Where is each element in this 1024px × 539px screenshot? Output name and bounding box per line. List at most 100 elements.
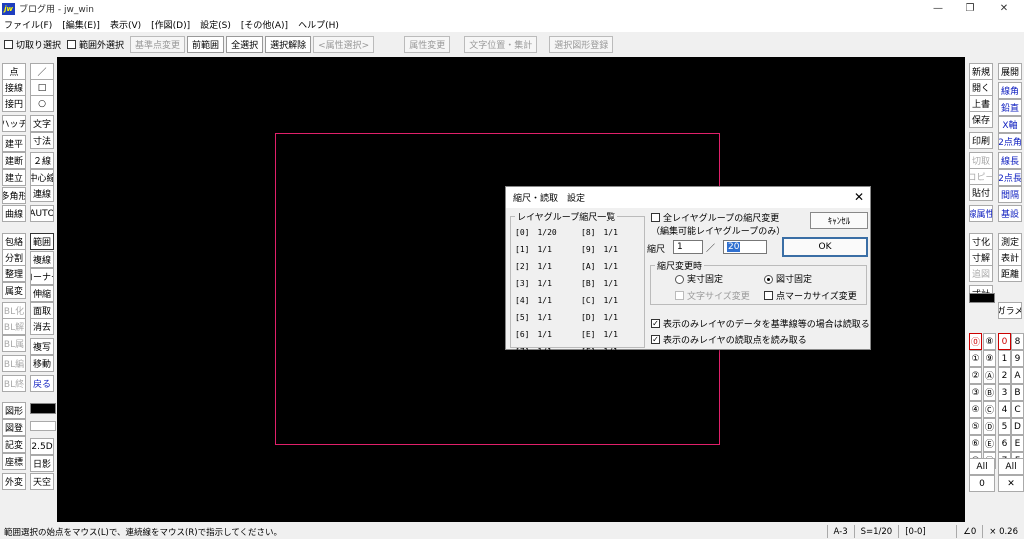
all-groups-checkbox[interactable]: 全レイヤグループの縮尺変更 bbox=[651, 211, 779, 224]
line-type-swatch[interactable] bbox=[30, 421, 56, 431]
tool-dim-make[interactable]: 寸化 bbox=[969, 233, 993, 250]
tool-copy[interactable]: 複写 bbox=[30, 338, 54, 355]
angle-indicator[interactable]: ∠0 bbox=[956, 525, 982, 538]
change-base-point-button[interactable]: 基準点変更 bbox=[130, 35, 186, 53]
tool-plan[interactable]: 建平 bbox=[2, 135, 26, 152]
tool-circle[interactable]: ○ bbox=[30, 95, 54, 112]
layer-group-5[interactable]: ⑤ bbox=[969, 418, 982, 435]
tool-bl-edit[interactable]: BL編 bbox=[2, 355, 26, 372]
right-line-swatch[interactable] bbox=[969, 293, 995, 303]
tool-bl-make[interactable]: BL化 bbox=[2, 302, 26, 319]
tool-coordinate[interactable]: 座標 bbox=[2, 453, 26, 470]
tool-measure[interactable]: 測定 bbox=[998, 233, 1022, 250]
tool-line[interactable]: ／ bbox=[30, 63, 54, 80]
menu-help[interactable]: ヘルプ(H) bbox=[298, 18, 339, 31]
scale-numerator-input[interactable]: 1 bbox=[673, 240, 703, 254]
scale-denominator-input[interactable]: 20 bbox=[723, 240, 767, 254]
layer-3[interactable]: 3 bbox=[998, 384, 1011, 401]
tool-tangent-circle[interactable]: 接円 bbox=[2, 95, 26, 112]
tool-interval[interactable]: 間隔 bbox=[998, 186, 1022, 203]
text-size-change-checkbox[interactable]: 文字サイズ変更 bbox=[675, 289, 750, 302]
tool-dimension[interactable]: 寸法 bbox=[30, 132, 54, 149]
tool-move[interactable]: 移動 bbox=[30, 355, 54, 372]
tool-overwrite[interactable]: 上書 bbox=[969, 95, 993, 112]
read-hidden-data-checkbox[interactable]: ✓ 表示のみレイヤのデータを基準線等の場合は読取る bbox=[651, 317, 870, 330]
tool-figure[interactable]: 図形 bbox=[2, 402, 26, 419]
tool-parallel-line[interactable]: 複線 bbox=[30, 251, 54, 268]
tool-text-change[interactable]: 記変 bbox=[2, 436, 26, 453]
layer-group-c[interactable]: Ⓒ bbox=[983, 401, 996, 418]
zoom-indicator[interactable]: × 0.26 bbox=[982, 525, 1024, 538]
tool-open[interactable]: 開く bbox=[969, 79, 993, 96]
point-marker-change-checkbox[interactable]: 点マーカサイズ変更 bbox=[764, 289, 857, 302]
tool-expand[interactable]: 展開 bbox=[998, 63, 1022, 80]
tool-tangent[interactable]: 接線 bbox=[2, 79, 26, 96]
layer-x-button[interactable]: ✕ bbox=[998, 475, 1024, 492]
tool-vertical[interactable]: 鉛直 bbox=[998, 99, 1022, 116]
tool-elevation[interactable]: 建立 bbox=[2, 169, 26, 186]
tool-text[interactable]: 文字 bbox=[30, 115, 54, 132]
outside-select-checkbox[interactable]: 範囲外選択 bbox=[67, 38, 124, 51]
tool-2pt-length[interactable]: 2点長 bbox=[998, 169, 1022, 186]
layer-group-1[interactable]: ① bbox=[969, 350, 982, 367]
line-color-swatch[interactable] bbox=[30, 403, 56, 414]
paper-size[interactable]: A-3 bbox=[826, 525, 854, 538]
layer-group-9[interactable]: ⑨ bbox=[983, 350, 996, 367]
scale-indicator[interactable]: S=1/20 bbox=[853, 525, 899, 538]
ok-button[interactable]: OK bbox=[782, 237, 868, 257]
tool-erase[interactable]: 消去 bbox=[30, 318, 54, 335]
layer-1[interactable]: 1 bbox=[998, 350, 1011, 367]
layer-9[interactable]: 9 bbox=[1011, 350, 1024, 367]
tool-external-change[interactable]: 外変 bbox=[2, 473, 26, 490]
tool-x-axis[interactable]: X軸 bbox=[998, 116, 1022, 133]
layer-all-button[interactable]: All bbox=[998, 458, 1024, 475]
tool-line-angle[interactable]: 線角 bbox=[998, 82, 1022, 99]
register-shape-button[interactable]: 選択図形登録 bbox=[549, 35, 614, 53]
layer-group-a[interactable]: Ⓐ bbox=[983, 367, 996, 384]
layer-4[interactable]: 4 bbox=[998, 401, 1011, 418]
read-hidden-points-checkbox[interactable]: ✓ 表示のみレイヤの読取点を読み取る bbox=[651, 333, 807, 346]
deselect-button[interactable]: 選択解除 bbox=[265, 35, 312, 53]
tool-undo[interactable]: 戻る bbox=[30, 375, 54, 392]
select-all-button[interactable]: 全選択 bbox=[226, 35, 264, 53]
layer-group-3[interactable]: ③ bbox=[969, 384, 982, 401]
layer-d[interactable]: D bbox=[1011, 418, 1024, 435]
cancel-button[interactable]: ｷｬﾝｾﾙ bbox=[810, 212, 868, 229]
layer-b[interactable]: B bbox=[1011, 384, 1024, 401]
attribute-change-button[interactable]: 属性変更 bbox=[404, 35, 451, 53]
layer-0[interactable]: 0 bbox=[998, 333, 1011, 350]
tool-envelope[interactable]: 包絡 bbox=[2, 233, 26, 250]
tool-center-line[interactable]: 中心線 bbox=[30, 169, 54, 186]
layer-zero-button[interactable]: 0 bbox=[969, 475, 995, 492]
tool-bl-attr[interactable]: BL属 bbox=[2, 335, 26, 352]
tool-distance[interactable]: 距離 bbox=[998, 265, 1022, 282]
tool-double-line[interactable]: ２線 bbox=[30, 152, 54, 169]
tool-line-length[interactable]: 線長 bbox=[998, 152, 1022, 169]
tool-2-5d[interactable]: 2.5D bbox=[30, 438, 54, 455]
tool-divide[interactable]: 分割 bbox=[2, 249, 26, 266]
layer-group-2[interactable]: ② bbox=[969, 367, 982, 384]
cut-select-checkbox[interactable]: 切取り選択 bbox=[4, 38, 61, 51]
menu-settings[interactable]: 設定(S) bbox=[200, 18, 231, 31]
layer-8[interactable]: 8 bbox=[1011, 333, 1024, 350]
tool-2pt-angle[interactable]: 2点角 bbox=[998, 133, 1022, 150]
tool-range[interactable]: 範囲 bbox=[30, 233, 54, 250]
layer-2[interactable]: 2 bbox=[998, 367, 1011, 384]
tool-add-drawing[interactable]: 追図 bbox=[969, 265, 993, 282]
menu-other[interactable]: [その他(A)] bbox=[241, 18, 288, 31]
layer-group-e[interactable]: Ⓔ bbox=[983, 435, 996, 452]
minimize-button[interactable]: — bbox=[924, 0, 952, 17]
layer-a[interactable]: A bbox=[1011, 367, 1024, 384]
dialog-close-icon[interactable]: ✕ bbox=[854, 190, 864, 204]
tool-print[interactable]: 印刷 bbox=[969, 132, 993, 149]
tool-shadow[interactable]: 日影 bbox=[30, 455, 54, 472]
tool-attr-change[interactable]: 属変 bbox=[2, 282, 26, 299]
text-position-button[interactable]: 文字位置・集計 bbox=[464, 35, 538, 53]
tool-point[interactable]: 点 bbox=[2, 63, 26, 80]
tool-line-attr[interactable]: 線属性 bbox=[969, 205, 993, 222]
tool-paste[interactable]: 貼付 bbox=[969, 184, 993, 201]
layer-6[interactable]: 6 bbox=[998, 435, 1011, 452]
layer-group-0[interactable]: ⓪ bbox=[969, 333, 982, 350]
tool-hatch[interactable]: ハッチ bbox=[2, 115, 26, 132]
attribute-select-button[interactable]: <属性選択> bbox=[313, 35, 375, 53]
